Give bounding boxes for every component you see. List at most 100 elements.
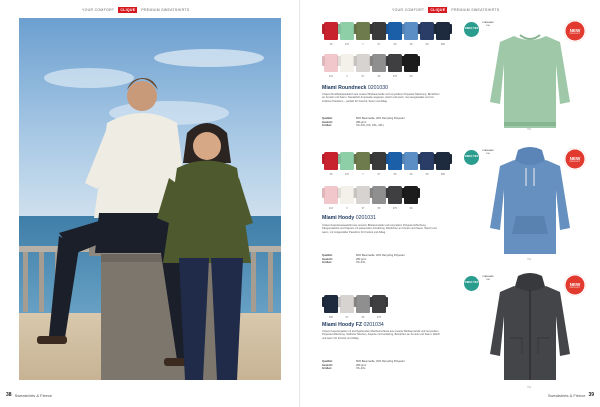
swatch-code: 7 [362, 173, 364, 176]
topbar-right-text: PREMIUM SWEATSHIRTS [141, 8, 190, 12]
swatch-code: 95 [377, 207, 381, 210]
new-sub-label: PRODUCT [569, 32, 581, 35]
color-swatch [356, 295, 370, 313]
product-description: Unisex Kapuzenjacke mit durchgehendem Re… [322, 330, 440, 340]
oeko-tex-badge: OEKO TEX [464, 150, 479, 165]
section-label: Sweatshirts & Fleece [14, 392, 53, 398]
color-swatches-row1 [324, 295, 386, 313]
product-name: Miami Roundneck [322, 85, 367, 91]
clique-logo: CLIQUE [428, 7, 448, 13]
swatch-code: 213 [328, 75, 334, 78]
product-specs: Qualität: 80% Baumwolle, 20% Recycling Po… [322, 117, 440, 128]
lifestyle-photo-illustration [19, 18, 281, 380]
color-swatch [324, 54, 338, 72]
swatch-codes-row1: 580 97 95 975 [324, 316, 386, 319]
color-swatch [372, 22, 386, 40]
clique-logo: CLIQUE [118, 7, 138, 13]
color-swatches-row2 [324, 54, 418, 72]
swatch-code: 213 [328, 207, 334, 210]
sizes-label: Größen: [322, 367, 333, 371]
left-topbar: YOUR COMFORT CLIQUE PREMIUM SWEATSHIRTS [82, 7, 190, 13]
color-swatch [436, 22, 450, 40]
swatch-code: 58 [425, 173, 429, 176]
color-swatch [388, 22, 402, 40]
swatch-code: 0 [346, 207, 348, 210]
swatch-code: 67 [377, 173, 381, 176]
swatch-code: 580 [440, 173, 446, 176]
color-swatch [404, 152, 418, 170]
color-swatch [340, 54, 354, 72]
color-swatch [372, 152, 386, 170]
swatch-code: 95 [361, 316, 365, 319]
product-title: Miami Roundneck 0201030 [322, 85, 388, 91]
swatch-code: 35 [329, 173, 333, 176]
product-title: Miami Hoody FZ 0201034 [322, 322, 384, 328]
swatch-code: 56 [393, 173, 397, 176]
topbar-text: YOUR COMFORT [82, 8, 115, 12]
swatch-code: 99 [409, 75, 413, 78]
swatch-code: 97 [361, 75, 365, 78]
swatch-code: 56 [393, 43, 397, 46]
hoody-image [490, 147, 570, 254]
color-swatch [356, 152, 370, 170]
swatch-codes-row1: 35 270 7 67 56 38 58 580 [324, 173, 450, 176]
product-specs: Qualität: 80% Baumwolle, 20% Recycling Po… [322, 360, 440, 371]
left-folio: 38 Sweatshirts & Fleece [6, 392, 52, 398]
sizes-value: XS–4XL [356, 261, 366, 265]
swatch-code: 95 [377, 75, 381, 78]
roundneck-sweatshirt-image [490, 34, 570, 128]
swatch-code: 7 [362, 43, 364, 46]
swatch-code: 97 [345, 316, 349, 319]
color-swatch [340, 186, 354, 204]
oeko-tex-badge: OEKO TEX [464, 276, 479, 291]
sizes-value: XS–4XL [356, 367, 366, 371]
color-swatch [356, 54, 370, 72]
color-swatch [388, 152, 402, 170]
swatch-code: 99 [409, 207, 413, 210]
color-swatch [388, 186, 402, 204]
color-swatch [324, 22, 338, 40]
color-swatch [340, 152, 354, 170]
color-swatch [356, 22, 370, 40]
color-swatch [372, 54, 386, 72]
color-swatch [372, 186, 386, 204]
color-swatch [324, 152, 338, 170]
color-swatch [356, 186, 370, 204]
product-specs: Qualität: 80% Baumwolle, 20% Recycling Po… [322, 254, 440, 265]
color-swatch [340, 295, 354, 313]
product-description: Unisex Kapuzensweatshirt aus unserer Bio… [322, 224, 437, 234]
swatch-code: 0 [346, 75, 348, 78]
swatch-code: 580 [440, 43, 446, 46]
product-name: Miami Hoody [322, 215, 355, 221]
swatch-codes-row2: 213 0 97 95 975 99 [324, 207, 418, 210]
sizes-label: Größen: [322, 124, 333, 128]
swatch-code: 35 [329, 43, 333, 46]
right-folio: Sweatshirts & Fleece 39 [548, 392, 594, 398]
color-swatches-row1 [324, 152, 450, 170]
color-swatch [436, 152, 450, 170]
oeko-tex-badge: OEKO TEX [464, 22, 479, 37]
color-swatches-row2 [324, 186, 418, 204]
swatch-code: 67 [377, 43, 381, 46]
image-caption: 791 [527, 128, 531, 131]
swatch-code: 975 [392, 207, 398, 210]
image-caption: 791 [527, 258, 531, 261]
image-caption: 791 [527, 386, 531, 389]
color-swatch [420, 152, 434, 170]
swatch-code: 38 [409, 173, 413, 176]
topbar-right-text: PREMIUM SWEATSHIRTS [451, 8, 500, 12]
sizes-value: XS–4XL (XS, XXL–4XL) [356, 124, 384, 128]
color-swatch [340, 22, 354, 40]
color-swatch [324, 295, 338, 313]
product-title: Miami Hoody 0201031 [322, 215, 376, 221]
swatch-code: 975 [392, 75, 398, 78]
swatch-codes-row1: 35 270 7 67 56 38 58 580 [324, 43, 450, 46]
color-swatch [420, 22, 434, 40]
section-label: Sweatshirts & Fleece [547, 392, 586, 398]
swatch-code: 58 [425, 43, 429, 46]
swatch-code: 97 [361, 207, 365, 210]
lifestyle-photo [19, 18, 281, 380]
sizes-label: Größen: [322, 261, 333, 265]
topbar-text: YOUR COMFORT [392, 8, 425, 12]
swatch-code: 38 [409, 43, 413, 46]
